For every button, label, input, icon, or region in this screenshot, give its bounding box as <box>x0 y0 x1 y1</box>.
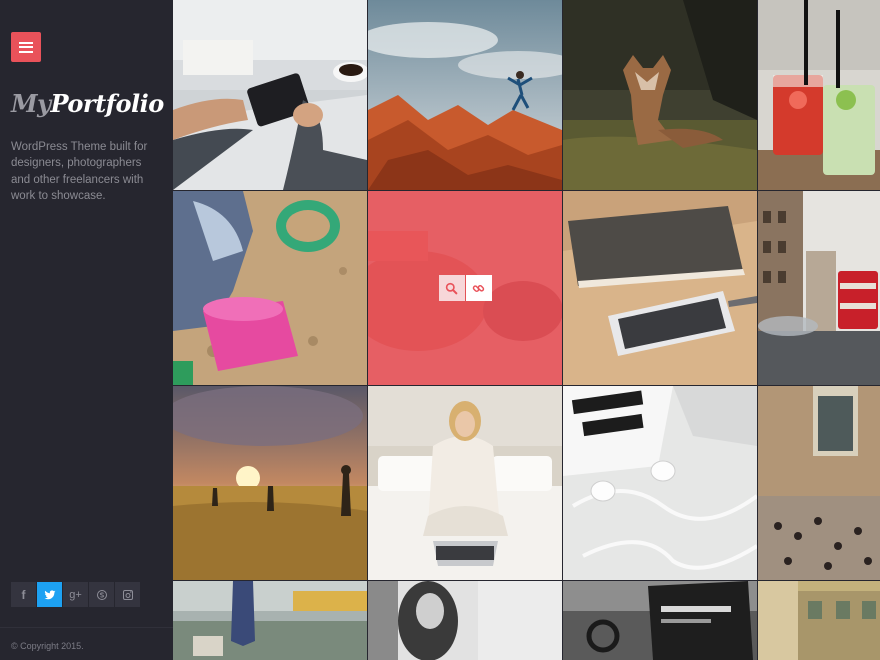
instagram-icon <box>122 589 133 600</box>
footer-divider <box>0 627 173 628</box>
portfolio-image <box>563 386 757 580</box>
skype-button[interactable] <box>89 582 114 607</box>
portfolio-item[interactable] <box>563 191 757 385</box>
twitter-icon <box>44 589 55 599</box>
portfolio-item-hovered[interactable] <box>368 191 562 385</box>
portfolio-item[interactable] <box>758 581 880 660</box>
hover-overlay <box>368 191 562 385</box>
portfolio-item[interactable] <box>368 386 562 580</box>
portfolio-item[interactable] <box>563 386 757 580</box>
portfolio-image <box>758 0 880 190</box>
portfolio-item[interactable] <box>758 191 880 385</box>
logo-part-my: My <box>11 89 51 118</box>
portfolio-item[interactable] <box>758 386 880 580</box>
portfolio-item[interactable] <box>173 191 367 385</box>
hamburger-icon <box>19 41 33 53</box>
google-plus-button[interactable]: g+ <box>63 582 88 607</box>
menu-button[interactable] <box>11 32 41 62</box>
portfolio-item[interactable] <box>173 386 367 580</box>
portfolio-image <box>563 191 757 385</box>
portfolio-image <box>173 0 367 190</box>
portfolio-image <box>173 191 367 385</box>
portfolio-item[interactable] <box>758 0 880 190</box>
zoom-button[interactable] <box>438 275 465 301</box>
facebook-button[interactable]: f <box>11 582 36 607</box>
portfolio-item[interactable] <box>368 581 562 660</box>
copyright-text: © Copyright 2015. <box>11 641 84 651</box>
site-tagline: WordPress Theme built for designers, pho… <box>11 141 148 202</box>
portfolio-item[interactable] <box>173 581 367 660</box>
twitter-button[interactable] <box>37 582 62 607</box>
logo-part-portfolio: Portfolio <box>50 89 165 118</box>
portfolio-image <box>173 581 367 660</box>
site-logo[interactable]: MyPortfolio <box>11 89 164 118</box>
sidebar: MyPortfolio WordPress Theme built for de… <box>0 0 173 660</box>
facebook-icon: f <box>21 587 26 602</box>
link-icon <box>472 284 485 292</box>
portfolio-item[interactable] <box>368 0 562 190</box>
portfolio-grid <box>173 0 880 660</box>
portfolio-image <box>368 386 562 580</box>
portfolio-item[interactable] <box>563 581 757 660</box>
social-links: f g+ <box>11 582 140 607</box>
portfolio-image <box>758 191 880 385</box>
portfolio-image <box>368 0 562 190</box>
portfolio-image <box>563 0 757 190</box>
portfolio-image <box>173 386 367 580</box>
portfolio-item[interactable] <box>173 0 367 190</box>
portfolio-image <box>563 581 757 660</box>
skype-icon <box>96 589 107 600</box>
search-icon <box>445 282 458 294</box>
instagram-button[interactable] <box>115 582 140 607</box>
view-project-button[interactable] <box>465 275 492 301</box>
portfolio-item[interactable] <box>563 0 757 190</box>
portfolio-image <box>758 386 880 580</box>
google-plus-icon: g+ <box>69 588 82 601</box>
portfolio-image <box>368 581 562 660</box>
portfolio-image <box>758 581 880 660</box>
